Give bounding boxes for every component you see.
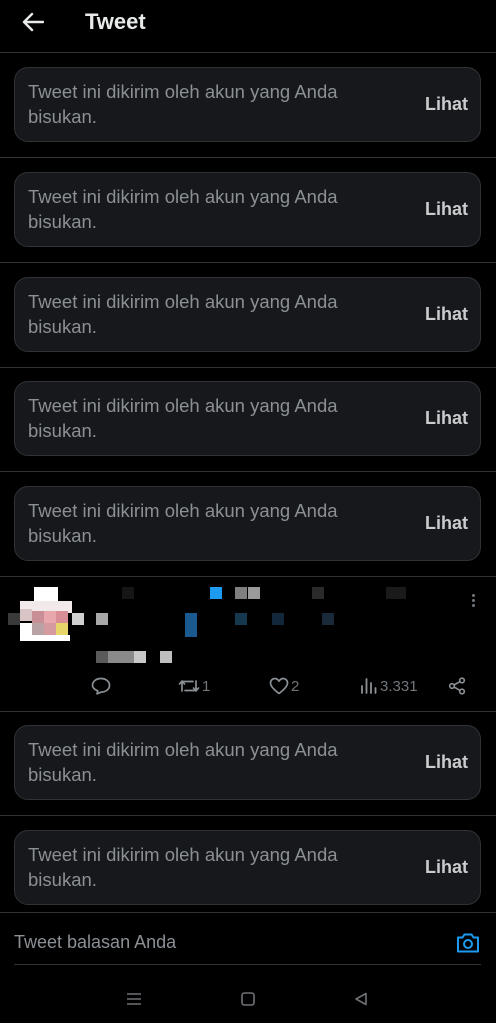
divider xyxy=(0,815,496,816)
divider xyxy=(0,52,496,53)
muted-tweet-notice: Tweet ini dikirim oleh akun yang Anda bi… xyxy=(28,500,338,546)
home-button[interactable] xyxy=(238,989,258,1009)
divider xyxy=(0,157,496,158)
arrow-left-icon xyxy=(22,12,44,32)
reply-button[interactable] xyxy=(91,675,111,697)
page-title: Tweet xyxy=(85,9,146,34)
view-button[interactable]: Lihat xyxy=(425,408,468,429)
view-button[interactable]: Lihat xyxy=(425,94,468,115)
muted-tweet-card: Tweet ini dikirim oleh akun yang Anda bi… xyxy=(14,830,481,905)
recent-apps-button[interactable] xyxy=(124,989,144,1009)
muted-tweet-card: Tweet ini dikirim oleh akun yang Anda bi… xyxy=(14,172,481,247)
reply-composer: Tweet balasan Anda xyxy=(0,912,496,965)
like-count: 2 xyxy=(291,677,300,695)
muted-tweet-notice: Tweet ini dikirim oleh akun yang Anda bi… xyxy=(28,395,338,441)
muted-tweet-card: Tweet ini dikirim oleh akun yang Anda bi… xyxy=(14,67,481,142)
view-button[interactable]: Lihat xyxy=(425,513,468,534)
back-button[interactable] xyxy=(13,2,53,42)
more-options-button[interactable] xyxy=(462,589,484,611)
back-nav-button[interactable] xyxy=(351,989,371,1009)
view-count: 3.331 xyxy=(380,677,418,695)
tweet-item[interactable]: 1 2 3.331 xyxy=(0,577,496,711)
divider xyxy=(0,471,496,472)
tweet-author-redacted xyxy=(0,577,440,667)
share-button[interactable] xyxy=(448,675,466,697)
view-button[interactable]: Lihat xyxy=(425,304,468,325)
view-button[interactable]: Lihat xyxy=(425,857,468,878)
retweet-count: 1 xyxy=(202,677,211,695)
muted-tweet-notice: Tweet ini dikirim oleh akun yang Anda bi… xyxy=(28,739,338,785)
retweet-button[interactable]: 1 xyxy=(178,675,210,697)
like-button[interactable]: 2 xyxy=(269,675,299,697)
muted-tweet-card: Tweet ini dikirim oleh akun yang Anda bi… xyxy=(14,725,481,800)
views-button[interactable]: 3.331 xyxy=(360,675,418,697)
menu-icon xyxy=(127,993,141,1005)
retweet-icon xyxy=(178,680,200,692)
square-icon xyxy=(241,992,255,1006)
muted-tweet-notice: Tweet ini dikirim oleh akun yang Anda bi… xyxy=(28,844,338,890)
more-icon xyxy=(471,593,475,597)
muted-tweet-notice: Tweet ini dikirim oleh akun yang Anda bi… xyxy=(28,291,338,337)
share-icon xyxy=(448,677,466,695)
triangle-back-icon xyxy=(355,992,367,1006)
muted-tweet-card: Tweet ini dikirim oleh akun yang Anda bi… xyxy=(14,381,481,456)
divider xyxy=(0,711,496,712)
divider xyxy=(0,262,496,263)
view-button[interactable]: Lihat xyxy=(425,199,468,220)
reply-icon xyxy=(91,677,111,695)
reply-input[interactable]: Tweet balasan Anda xyxy=(14,932,176,953)
divider xyxy=(0,367,496,368)
divider xyxy=(14,964,481,965)
top-bar: Tweet xyxy=(0,0,496,44)
system-nav-bar xyxy=(0,975,496,1023)
bar-chart-icon xyxy=(361,678,377,694)
heart-icon xyxy=(269,677,289,695)
muted-tweet-notice: Tweet ini dikirim oleh akun yang Anda bi… xyxy=(28,81,338,127)
camera-icon xyxy=(457,933,479,953)
muted-tweet-notice: Tweet ini dikirim oleh akun yang Anda bi… xyxy=(28,186,338,232)
muted-tweet-card: Tweet ini dikirim oleh akun yang Anda bi… xyxy=(14,486,481,561)
view-button[interactable]: Lihat xyxy=(425,752,468,773)
muted-tweet-card: Tweet ini dikirim oleh akun yang Anda bi… xyxy=(14,277,481,352)
camera-button[interactable] xyxy=(455,931,481,955)
